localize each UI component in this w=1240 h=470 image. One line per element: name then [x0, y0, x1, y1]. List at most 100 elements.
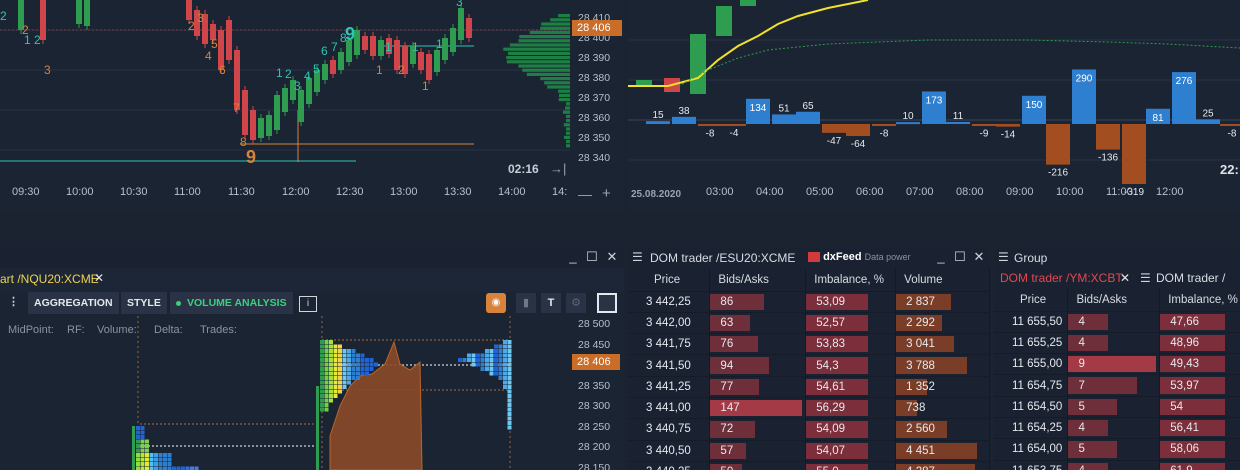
chart-bottom-left[interactable]: _ ☐ ✕ art /NQU20:XCME ✕ ⋮ AGGREGATION ST… [0, 246, 624, 470]
cell-bids: 94 [709, 354, 807, 377]
footprint-cell [324, 403, 329, 407]
table-row[interactable]: 3 441,50 94 54,3 3 788 [628, 354, 990, 377]
footprint-cell [489, 358, 494, 362]
table-row[interactable]: 11 655,00 9 49,43 [994, 353, 1240, 375]
panel-toggle-icon[interactable] [597, 293, 617, 313]
td-count: 2 [0, 9, 7, 23]
chart-top-left[interactable]: 23456781234567812111133122299 28 410 28 4… [0, 0, 624, 212]
info-icon[interactable]: i [299, 296, 317, 312]
column-header[interactable]: Price [628, 269, 711, 291]
dom-title[interactable]: DOM trader /ESU20:XCME [650, 248, 795, 268]
style-button[interactable]: STYLE [121, 292, 167, 314]
table-row[interactable]: 3 441,00 147 56,29 738 [628, 396, 990, 419]
volume-profile-bar [566, 127, 570, 131]
footprint-cell [342, 353, 347, 358]
footprint-cell [140, 430, 145, 435]
scroll-right-icon[interactable]: →| [550, 161, 566, 176]
chart-tab-title[interactable]: art /NQU20:XCME [0, 269, 99, 289]
table-row[interactable]: 3 442,25 86 53,09 2 837 [628, 290, 990, 313]
mouse-icon[interactable]: ▮ [516, 293, 536, 313]
column-header[interactable]: Price [994, 289, 1069, 311]
table-row[interactable]: 11 655,25 4 48,96 [994, 331, 1240, 354]
list-icon[interactable]: ☰ [998, 250, 1009, 264]
tab-dom-ym[interactable]: DOM trader /YM:XCBT [1000, 268, 1123, 288]
close-tab-icon[interactable]: ✕ [1120, 271, 1130, 285]
cell-text: 77 [720, 380, 734, 393]
table-row[interactable]: 3 440,75 72 54,09 2 560 [628, 418, 990, 441]
footprint-cell [503, 349, 507, 353]
zoom-out-icon[interactable]: — [578, 186, 592, 202]
settings-icon[interactable]: ⚙ [566, 293, 586, 313]
table-row[interactable]: 3 441,25 77 54,61 1 352 [628, 375, 990, 398]
candle [740, 0, 756, 6]
maximize-button[interactable]: ☐ [953, 250, 967, 264]
table-row[interactable]: 11 654,50 5 54 [994, 395, 1240, 418]
table-row[interactable]: 11 655,50 4 47,66 [994, 310, 1240, 333]
list-icon[interactable]: ☰ [632, 250, 643, 264]
column-header[interactable]: Volume [895, 269, 990, 291]
group-panel[interactable]: ☰ Group DOM trader /YM:XCBT ✕ ☰ DOM trad… [994, 246, 1240, 470]
zoom-in-icon[interactable]: + [602, 185, 611, 202]
footprint-cell [167, 457, 172, 462]
menu-dots-icon[interactable]: ⋮ [8, 295, 19, 308]
table-row[interactable]: 11 654,25 4 56,41 [994, 416, 1240, 439]
column-header[interactable]: Imbalance, % [805, 269, 897, 291]
volume-profile-bar [518, 39, 570, 43]
group-dom-table[interactable]: Price Bids/Asks Imbalance, % 11 655,50 4 47,6… [994, 289, 1240, 470]
table-header: Price Bids/Asks Imbalance, % Volume [628, 269, 990, 291]
table-row[interactable]: 3 440,25 50 55,0 4 287 [628, 460, 990, 470]
volume-analysis-button[interactable]: VOLUME ANALYSIS [170, 292, 293, 314]
table-row[interactable]: 11 653,75 4 61,9 [994, 459, 1240, 470]
aggregation-button[interactable]: AGGREGATION [28, 292, 119, 314]
volume-profile-icon[interactable]: ◉ [486, 293, 506, 313]
footprint-cell [333, 349, 338, 353]
footprint-cell [329, 340, 333, 344]
table-row[interactable]: 3 441,75 76 53,83 3 041 [628, 333, 990, 355]
footprint-cell [324, 385, 329, 389]
footprint-cell [498, 367, 503, 371]
footprint-cell [347, 349, 351, 353]
dom-trader-panel[interactable]: ☰ DOM trader /ESU20:XCME dxFeed Data pow… [628, 246, 990, 470]
footprint-cell [494, 371, 498, 376]
list-icon[interactable]: ☰ [1140, 271, 1151, 285]
footprint-cell [320, 362, 324, 367]
footprint-cell [140, 462, 145, 466]
maximize-button[interactable]: ☐ [585, 250, 599, 264]
column-header[interactable]: Bids/Asks [709, 269, 807, 291]
cell-imb: 54,61 [805, 375, 897, 398]
delta-label: 10 [902, 111, 914, 122]
minimize-button[interactable]: _ [566, 250, 580, 264]
table-row[interactable]: 11 654,00 5 58,06 [994, 438, 1240, 461]
column-header[interactable]: Bids/Asks [1067, 289, 1161, 311]
footprint-cell [498, 344, 503, 349]
dom-table[interactable]: Price Bids/Asks Imbalance, % Volume 3 442,25… [628, 269, 990, 470]
column-header[interactable]: Imbalance, % [1159, 289, 1240, 311]
footprint-cell [136, 444, 140, 448]
chart-top-right[interactable]: 15 38 -8 -4 134 51 65 -47 -64 -8 10 173 11 -9 -14 150 -2… [628, 0, 1240, 212]
footprint-cell [507, 389, 512, 394]
close-button[interactable]: ✕ [972, 250, 986, 264]
footprint-cell [329, 376, 333, 380]
text-tool-icon[interactable]: T [541, 293, 561, 313]
cell-text: 3 442,25 [646, 295, 691, 308]
close-tab-icon[interactable]: ✕ [94, 271, 104, 285]
tab-dom-2[interactable]: DOM trader / [1156, 268, 1225, 288]
volume-profile-bar [541, 22, 570, 26]
td-count: 7 [331, 40, 338, 54]
cell-text: 54,3 [816, 359, 839, 372]
delta-chart[interactable]: 15 38 -8 -4 134 51 65 -47 -64 -8 10 173 11 -9 -14 150 -2… [628, 0, 1240, 212]
minimize-button[interactable]: _ [934, 250, 948, 264]
table-row[interactable]: 3 442,00 63 52,57 2 292 [628, 311, 990, 334]
time-tick: 14:00 [498, 186, 526, 198]
candlestick-chart[interactable]: 23456781 234 56 781 211 1 1331 222 99 [0, 0, 624, 212]
table-row[interactable]: 3 440,50 57 54,07 4 451 [628, 439, 990, 462]
delta-bar [822, 124, 846, 133]
footprint-cell [136, 448, 140, 453]
cell-text: 11 654,75 [1012, 379, 1063, 392]
delta-bar [722, 124, 746, 126]
table-row[interactable]: 11 654,75 7 53,97 [994, 374, 1240, 397]
footprint-chart[interactable] [0, 316, 570, 470]
footprint-cell [480, 358, 485, 362]
footprint-cell [149, 462, 154, 466]
close-button[interactable]: ✕ [605, 250, 619, 264]
